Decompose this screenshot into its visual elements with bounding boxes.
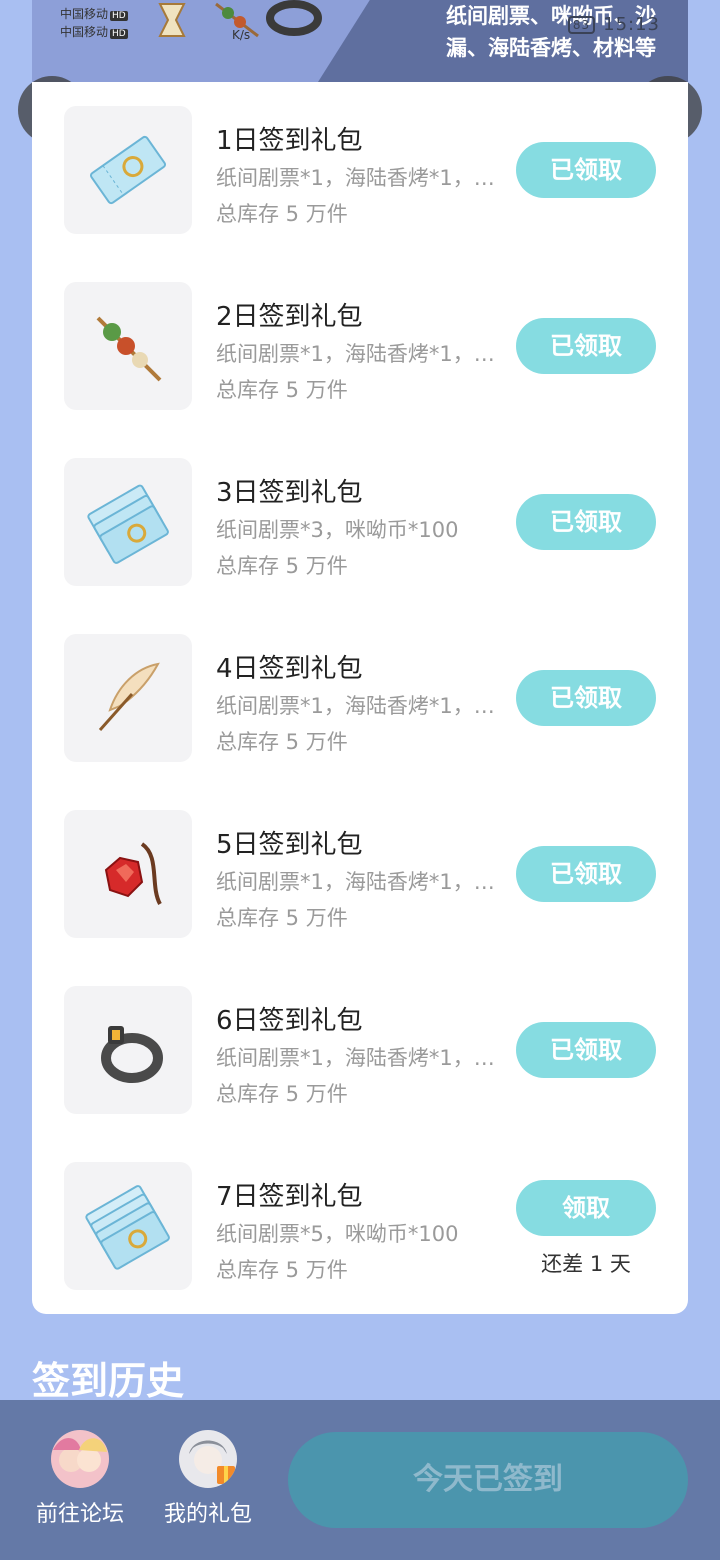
gift-thumb xyxy=(64,634,192,762)
gift-desc: 纸间剧票*5，咪呦币*100 xyxy=(216,1222,459,1246)
gift-thumb xyxy=(64,106,192,234)
gift-desc: 纸间剧票*1，海陆香烤*1，咪呦币*1 xyxy=(216,166,496,190)
gift-title: 7日签到礼包 xyxy=(216,1182,363,1212)
gift-item-day-7: 7日签到礼包 纸间剧票*5，咪呦币*100 总库存 5 万件 领取 还差 1 天 xyxy=(32,1162,688,1292)
forum-link[interactable]: 前往论坛 xyxy=(20,1430,140,1528)
gift-item-day-4: 4日签到礼包 纸间剧票*1，海陆香烤*1，咪呦币*1 总库存 5 万件 已领取 xyxy=(32,634,688,764)
gift-title: 2日签到礼包 xyxy=(216,302,363,332)
days-remaining: 还差 1 天 xyxy=(541,1252,631,1276)
gem-pendant-icon xyxy=(104,842,162,905)
feather-icon xyxy=(98,662,160,731)
hd-badge-2: HD xyxy=(110,29,128,39)
my-gifts-link[interactable]: 我的礼包 xyxy=(148,1430,268,1528)
status-carriers: 中国移动 HD 中国移动 HD xyxy=(60,6,128,42)
bottom-bar: 前往论坛 我的礼包 今天已签到 xyxy=(0,1400,720,1560)
claimed-button[interactable]: 已领取 xyxy=(516,494,656,550)
status-right: 83 15:13 xyxy=(567,14,660,35)
gift-thumb xyxy=(64,282,192,410)
ring-icon xyxy=(101,1026,163,1083)
hd-badge-1: HD xyxy=(110,11,128,21)
gift-desc: 纸间剧票*1，海陆香烤*1，咪呦币*1 xyxy=(216,1046,496,1070)
clock: 15:13 xyxy=(603,14,660,35)
checkin-history-title: 签到历史 xyxy=(32,1359,185,1403)
gift-thumb xyxy=(64,1162,192,1290)
claimed-button[interactable]: 已领取 xyxy=(516,670,656,726)
claimed-button[interactable]: 已领取 xyxy=(516,142,656,198)
gift-title: 3日签到礼包 xyxy=(216,478,363,508)
gift-item-day-5: 5日签到礼包 纸间剧票*1，海陆香烤*1，咪呦币*1 总库存 5 万件 已领取 xyxy=(32,810,688,940)
gift-desc: 纸间剧票*3，咪呦币*100 xyxy=(216,518,459,542)
carrier-1: 中国移动 xyxy=(60,7,109,21)
forum-label: 前往论坛 xyxy=(35,1502,124,1527)
gift-desc: 纸间剧票*1，海陆香烤*1，咪呦币*1 xyxy=(216,694,496,718)
gift-title: 6日签到礼包 xyxy=(216,1006,363,1036)
gift-stock: 总库存 5 万件 xyxy=(216,554,348,578)
gift-stock: 总库存 5 万件 xyxy=(216,202,348,226)
claim-button[interactable]: 领取 xyxy=(516,1180,656,1236)
top-banner: 纸间剧票、咪呦币、沙漏、海陆香烤、材料等 中国移动 HD 中国移动 HD K/s 8… xyxy=(32,0,688,82)
battery-icon: 83 xyxy=(567,16,596,34)
carrier-2: 中国移动 xyxy=(60,25,109,39)
net-speed: K/s xyxy=(232,28,251,42)
forum-avatar-icon xyxy=(51,1430,109,1488)
gift-stock: 总库存 5 万件 xyxy=(216,730,348,754)
gift-stock: 总库存 5 万件 xyxy=(216,906,348,930)
gift-item-day-2: 2日签到礼包 纸间剧票*1，海陆香烤*1，咪呦币*1 总库存 5 万件 已领取 xyxy=(32,282,688,412)
gift-stock: 总库存 5 万件 xyxy=(216,1258,348,1282)
gift-thumb xyxy=(64,810,192,938)
gift-desc: 纸间剧票*1，海陆香烤*1，咪呦币*1 xyxy=(216,870,496,894)
claimed-button[interactable]: 已领取 xyxy=(516,1022,656,1078)
my-gifts-label: 我的礼包 xyxy=(163,1502,252,1527)
claimed-button[interactable]: 已领取 xyxy=(516,846,656,902)
gift-list-card: 1日签到礼包 纸间剧票*1，海陆香烤*1，咪呦币*1 总库存 5 万件 已领取 … xyxy=(32,82,688,1314)
gift-stock: 总库存 5 万件 xyxy=(216,378,348,402)
checkin-page: 纸间剧票、咪呦币、沙漏、海陆香烤、材料等 中国移动 HD 中国移动 HD K/s 8… xyxy=(0,0,720,1560)
tickets-stack-icon xyxy=(87,484,169,564)
gift-thumb xyxy=(64,986,192,1114)
gift-desc: 纸间剧票*1，海陆香烤*1，咪呦币*1 xyxy=(216,342,496,366)
gift-title: 4日签到礼包 xyxy=(216,654,363,684)
ticket-icon xyxy=(90,135,166,205)
gift-title: 5日签到礼包 xyxy=(216,830,363,860)
tickets-stack-icon xyxy=(85,1185,170,1270)
claimed-button[interactable]: 已领取 xyxy=(516,318,656,374)
gift-item-day-1: 1日签到礼包 纸间剧票*1，海陆香烤*1，咪呦币*1 总库存 5 万件 已领取 xyxy=(32,106,688,236)
banner-hourglass-icon xyxy=(158,3,186,37)
gift-item-day-3: 3日签到礼包 纸间剧票*3，咪呦币*100 总库存 5 万件 已领取 xyxy=(32,458,688,588)
signed-today-button[interactable]: 今天已签到 xyxy=(288,1432,688,1528)
gift-stock: 总库存 5 万件 xyxy=(216,1082,348,1106)
banner-ring-icon xyxy=(266,0,322,36)
gift-item-day-6: 6日签到礼包 纸间剧票*1，海陆香烤*1，咪呦币*1 总库存 5 万件 已领取 xyxy=(32,986,688,1116)
gift-thumb xyxy=(64,458,192,586)
skewer-icon xyxy=(96,316,162,382)
gift-title: 1日签到礼包 xyxy=(216,126,363,156)
my-gifts-avatar-icon xyxy=(179,1430,237,1488)
